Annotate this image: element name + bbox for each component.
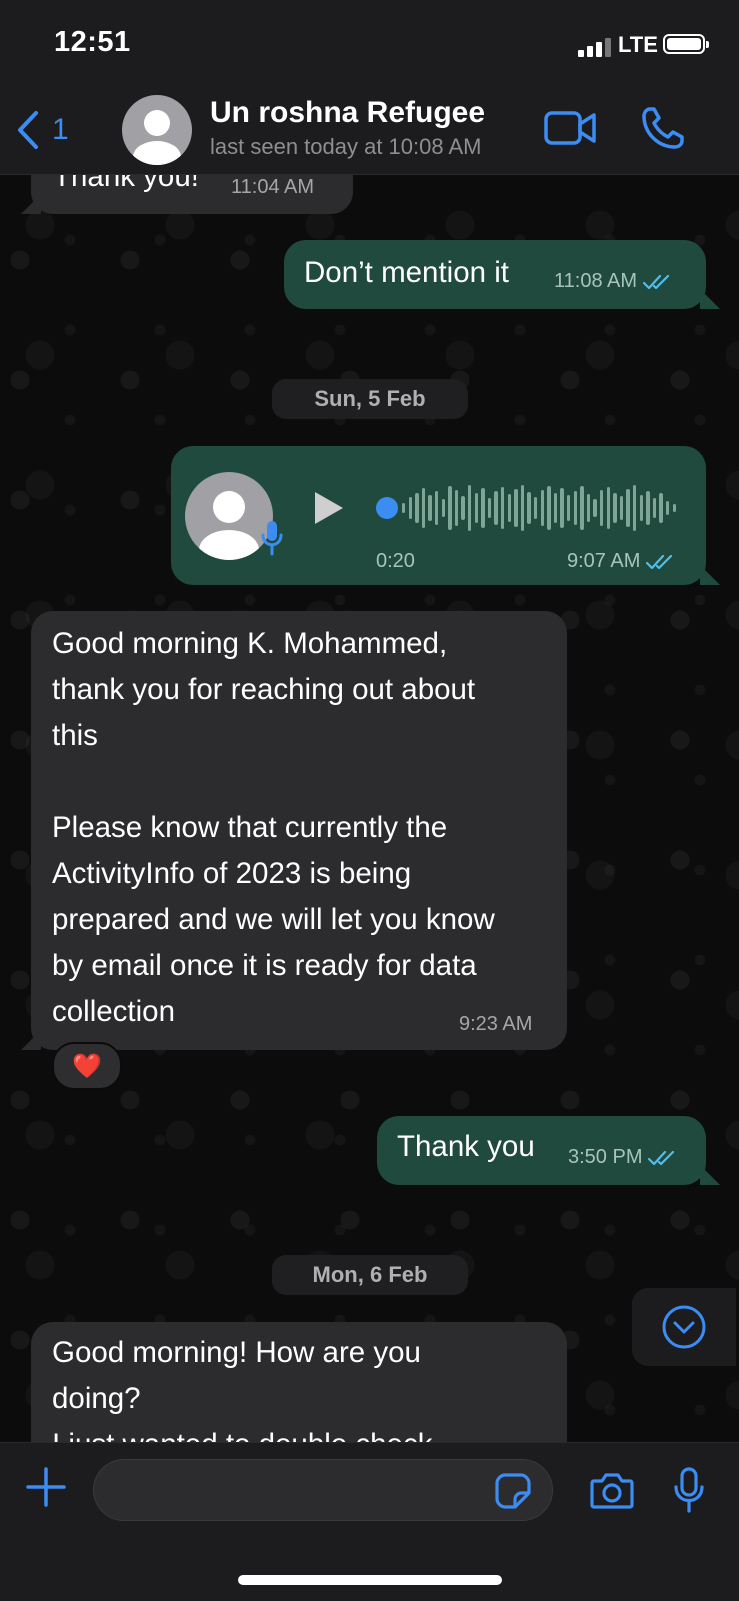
waveform-bar bbox=[454, 490, 459, 526]
waveform-bar bbox=[652, 498, 657, 518]
waveform-bar bbox=[468, 485, 472, 531]
message-input-container bbox=[93, 1459, 553, 1522]
camera-button[interactable] bbox=[590, 1471, 634, 1514]
waveform-bar bbox=[672, 504, 676, 512]
date-separator: Sun, 5 Feb bbox=[272, 379, 468, 419]
microphone-icon bbox=[674, 1467, 704, 1513]
waveform-bar bbox=[600, 490, 604, 526]
waveform-bar bbox=[435, 491, 439, 525]
waveform-bar bbox=[402, 503, 406, 513]
waveform-bar bbox=[553, 493, 558, 523]
voice-duration: 0:20 bbox=[376, 550, 415, 572]
waveform-bar bbox=[527, 492, 531, 524]
composer-bar bbox=[0, 1442, 739, 1601]
message-time: 3:50 PM bbox=[568, 1146, 676, 1169]
waveform-bar bbox=[646, 491, 650, 525]
waveform-bar bbox=[461, 496, 465, 520]
back-button[interactable]: 1 bbox=[16, 108, 69, 152]
waveform-bar bbox=[507, 494, 511, 522]
play-icon bbox=[315, 492, 343, 524]
unread-count: 1 bbox=[52, 113, 69, 146]
sticker-button[interactable] bbox=[495, 1473, 531, 1514]
message-time: 11:08 AM bbox=[554, 270, 671, 293]
chevron-left-icon bbox=[18, 111, 38, 149]
microphone-icon bbox=[261, 521, 283, 556]
message-text: Don’t mention it bbox=[304, 256, 509, 289]
waveform-bar bbox=[613, 493, 617, 523]
audio-waveform[interactable] bbox=[376, 482, 676, 534]
signal-icon bbox=[578, 37, 612, 57]
last-seen-status: last seen today at 10:08 AM bbox=[210, 134, 482, 159]
home-indicator bbox=[238, 1575, 502, 1585]
message-text: Thank you bbox=[397, 1130, 535, 1163]
waveform-bar bbox=[560, 488, 564, 528]
waveform-bar bbox=[487, 498, 492, 518]
status-time: 12:51 bbox=[54, 26, 131, 58]
waveform-bar bbox=[573, 491, 577, 525]
message-text: Good morning K. Mohammed, thank you for … bbox=[52, 627, 495, 1028]
waveform-bar bbox=[659, 493, 663, 523]
waveform-bar bbox=[580, 486, 584, 530]
waveform-bar bbox=[606, 487, 610, 529]
waveform-bar bbox=[441, 499, 445, 517]
chat-header: 12:51 LTE 1 Un roshna Refugee last seen … bbox=[0, 0, 739, 175]
waveform-bar bbox=[567, 495, 571, 521]
sticker-icon bbox=[495, 1473, 531, 1509]
waveform-bar bbox=[619, 496, 624, 520]
double-check-icon bbox=[646, 554, 673, 569]
waveform-bar bbox=[514, 489, 518, 527]
waveform-bar bbox=[494, 491, 498, 525]
person-icon bbox=[133, 110, 181, 165]
waveform-bar bbox=[448, 486, 452, 530]
video-call-button[interactable] bbox=[544, 110, 596, 151]
message-time: 9:07 AM bbox=[567, 550, 674, 573]
chevron-down-circle-icon bbox=[662, 1305, 706, 1349]
date-separator: Mon, 6 Feb bbox=[272, 1255, 468, 1295]
battery-icon bbox=[663, 34, 709, 54]
message-time: 9:23 AM bbox=[459, 1013, 533, 1035]
waveform-bar bbox=[666, 501, 670, 515]
network-label: LTE bbox=[618, 32, 658, 57]
playhead-dot[interactable] bbox=[376, 497, 398, 519]
voice-message-bubble[interactable]: 0:20 9:07 AM bbox=[171, 446, 706, 585]
waveform-bar bbox=[547, 486, 551, 530]
waveform-bar bbox=[540, 490, 544, 526]
plus-icon bbox=[26, 1467, 66, 1507]
play-button[interactable] bbox=[303, 484, 351, 532]
waveform-bar bbox=[428, 495, 432, 521]
waveform-bar bbox=[421, 488, 426, 528]
message-bubble-outgoing[interactable]: Don’t mention it 11:08 AM bbox=[284, 240, 706, 309]
waveform-bar bbox=[586, 494, 591, 522]
video-camera-icon bbox=[544, 111, 596, 145]
double-check-icon bbox=[648, 1150, 675, 1165]
waveform-bar bbox=[534, 497, 538, 519]
contact-name[interactable]: Un roshna Refugee bbox=[210, 96, 485, 130]
contact-avatar[interactable] bbox=[122, 95, 192, 165]
double-check-icon bbox=[643, 274, 670, 289]
attach-button[interactable] bbox=[25, 1466, 67, 1513]
waveform-bar bbox=[520, 485, 525, 531]
waveform-bar bbox=[593, 499, 597, 517]
waveform-bar bbox=[626, 489, 630, 527]
waveform-bar bbox=[408, 497, 412, 519]
waveform-bar bbox=[639, 495, 643, 521]
message-bubble-incoming[interactable]: Good morning K. Mohammed, thank you for … bbox=[31, 611, 567, 1050]
message-time: 11:04 AM bbox=[231, 176, 315, 198]
camera-icon bbox=[590, 1473, 634, 1509]
waveform-bar bbox=[415, 493, 419, 523]
voice-call-button[interactable] bbox=[641, 106, 685, 155]
message-bubble-outgoing[interactable]: Thank you 3:50 PM bbox=[377, 1116, 706, 1185]
waveform-bar bbox=[474, 493, 478, 523]
scroll-to-bottom-button[interactable] bbox=[632, 1288, 736, 1366]
heart-reaction[interactable]: ❤️ bbox=[52, 1042, 122, 1090]
voice-record-button[interactable] bbox=[672, 1467, 706, 1518]
message-input[interactable] bbox=[114, 1460, 478, 1522]
waveform-bar bbox=[481, 488, 485, 528]
waveform-bar bbox=[633, 485, 637, 531]
phone-icon bbox=[642, 107, 684, 149]
waveform-bar bbox=[501, 487, 505, 529]
